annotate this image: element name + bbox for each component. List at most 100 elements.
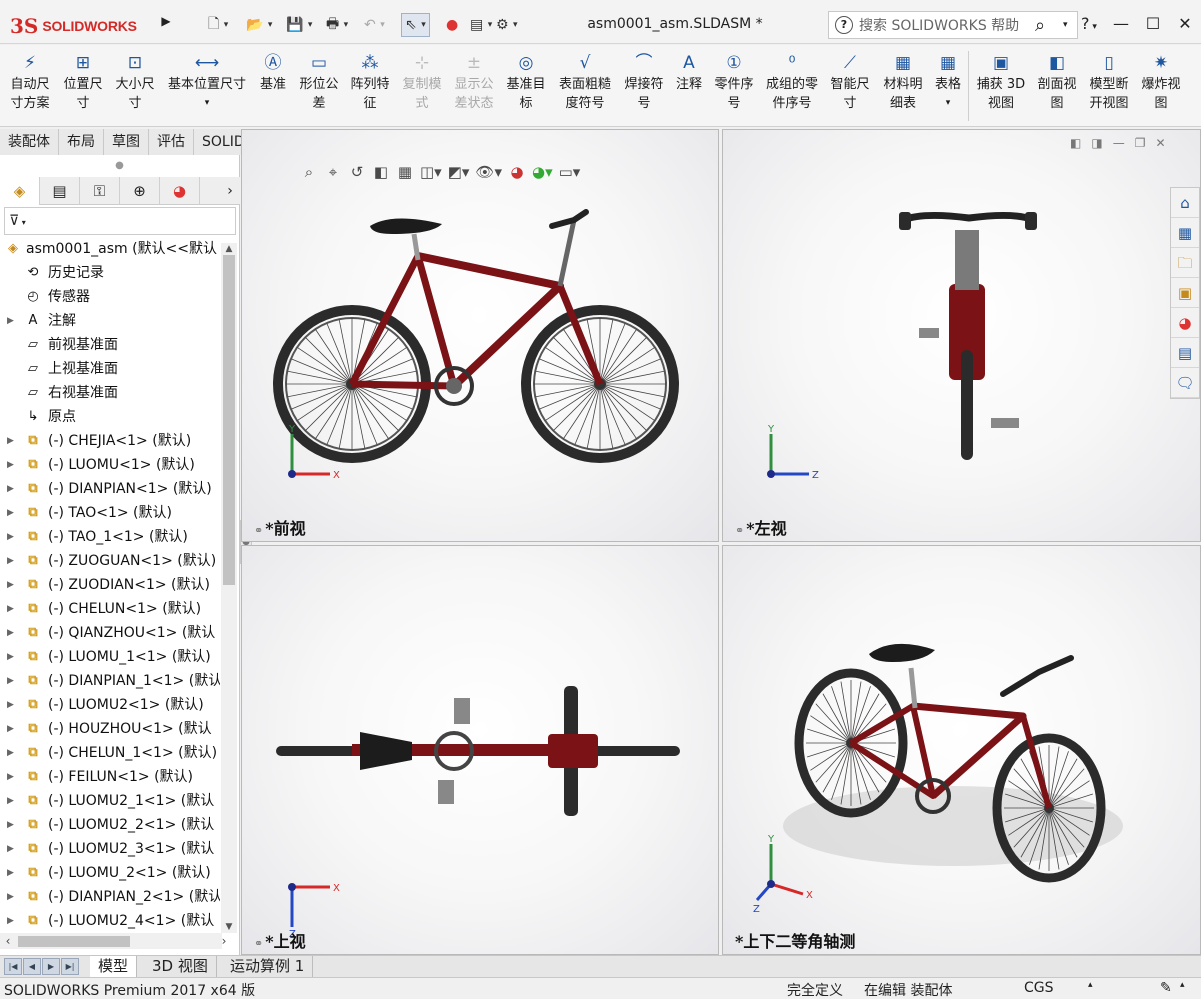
chevron-down-icon[interactable]: ▾ <box>930 94 966 113</box>
tree-item-component[interactable]: ▶ ⧉ (-) LUOMU2_2<1> (默认 <box>0 813 220 837</box>
h-scroll-thumb[interactable] <box>18 936 130 947</box>
section-view-icon[interactable]: ◧ <box>372 163 390 181</box>
tree-item-component[interactable]: ▶ ⧉ (-) ZUODIAN<1> (默认) <box>0 573 220 597</box>
vp-close-icon[interactable]: ✕ <box>1155 136 1165 150</box>
tree-item-component[interactable]: ▶ ⧉ (-) LUOMU_1<1> (默认) <box>0 645 220 669</box>
zoom-to-fit-icon[interactable]: ⌕ <box>300 163 318 181</box>
tree-item-component[interactable]: ▶ ⧉ (-) TAO_1<1> (默认) <box>0 525 220 549</box>
tree-item-component[interactable]: ▶ ⧉ (-) HOUZHOU<1> (默认 <box>0 717 220 741</box>
prev-tab-icon[interactable]: ◀ <box>23 958 41 975</box>
ribbon-button-stacked-balloon[interactable]: ⁰ 成组的零 件序号 <box>762 51 822 113</box>
tree-root-assembly[interactable]: ◈ asm0001_asm (默认<<默认 <box>0 237 220 261</box>
tree-item[interactable]: ▱ 前视基准面 <box>0 333 220 357</box>
expand-arrow-icon[interactable]: ▶ <box>7 813 17 837</box>
viewport-left[interactable]: YZ ⚭ *左视 <box>722 129 1201 542</box>
tree-item-component[interactable]: ▶ ⧉ (-) QIANZHOU<1> (默认 <box>0 621 220 645</box>
hide-show-items-icon[interactable]: 👁▾ <box>475 163 502 181</box>
expand-arrow-icon[interactable]: ▶ <box>7 645 17 669</box>
menu-expand-arrow[interactable]: ▶ <box>160 14 172 34</box>
tree-item[interactable]: ▱ 上视基准面 <box>0 357 220 381</box>
dimxpert-tab[interactable]: ⊕ <box>120 176 160 205</box>
expand-arrow-icon[interactable]: ▶ <box>7 837 17 861</box>
tree-item-component[interactable]: ▶ ⧉ (-) LUOMU<1> (默认) <box>0 453 220 477</box>
ribbon-button-copy-scheme[interactable]: ⊹ 复制模式 <box>398 51 446 113</box>
ribbon-button-balloon[interactable]: ① 零件序号 <box>710 51 758 113</box>
expand-arrow-icon[interactable]: ▶ <box>7 621 17 645</box>
tree-item-component[interactable]: ▶ ⧉ (-) FEILUN<1> (默认) <box>0 765 220 789</box>
tree-item-component[interactable]: ▶ ⧉ (-) CHELUN_1<1> (默认) <box>0 741 220 765</box>
ribbon-button-datum[interactable]: Ⓐ 基准 <box>256 51 290 94</box>
ribbon-button-auto-dimension[interactable]: ⚡ 自动尺 寸方案 <box>4 51 56 113</box>
tree-item-component[interactable]: ▶ ⧉ (-) DIANPIAN<1> (默认) <box>0 477 220 501</box>
ribbon-button-table[interactable]: ▦ 表格 ▾ <box>930 51 966 113</box>
design-library-icon[interactable]: ▦ <box>1171 218 1199 248</box>
expand-arrow-icon[interactable]: ▶ <box>7 549 17 573</box>
display-style-icon[interactable]: ◩▾ <box>448 163 470 181</box>
dynamic-annotation-icon[interactable]: ▦ <box>396 163 414 181</box>
tree-item-component[interactable]: ▶ ⧉ (-) TAO<1> (默认) <box>0 501 220 525</box>
rebuild-button[interactable]: ● <box>446 13 458 37</box>
expand-arrow-icon[interactable]: ▶ <box>7 717 17 741</box>
search-icon[interactable]: ⌕ <box>1035 15 1063 36</box>
scroll-left-icon[interactable]: ‹ <box>0 933 16 949</box>
open-button[interactable]: 📂 ▾ <box>246 13 272 37</box>
ribbon-button-basic-location-dimension[interactable]: ⟷ 基本位置尺寸 ▾ <box>162 51 252 113</box>
tree-item[interactable]: ◴ 传感器 <box>0 285 220 309</box>
view-palette-icon[interactable]: ▣ <box>1171 278 1199 308</box>
ribbon-button-bom[interactable]: ▦ 材料明 细表 <box>878 51 928 113</box>
featuremanager-tab[interactable]: ◈ <box>0 176 40 205</box>
ribbon-button-capture-3d-view[interactable]: ▣ 捕获 3D 视图 <box>972 51 1030 113</box>
expand-arrow-icon[interactable]: ▶ <box>7 909 17 933</box>
first-tab-icon[interactable]: |◀ <box>4 958 22 975</box>
ribbon-button-weld-symbol[interactable]: ⌒ 焊接符号 <box>620 51 668 113</box>
scroll-right-icon[interactable]: › <box>216 933 232 949</box>
expand-arrow-icon[interactable]: ▶ <box>7 501 17 525</box>
minimize-button[interactable]: — <box>1105 10 1137 38</box>
edit-appearance-icon[interactable]: ◕ <box>508 163 526 181</box>
ribbon-button-section-view[interactable]: ◧ 剖面视图 <box>1032 51 1082 113</box>
vp-previous-icon[interactable]: ◧ <box>1070 136 1081 150</box>
ribbon-button-surface-finish[interactable]: √ 表面粗糙 度符号 <box>554 51 616 113</box>
tree-item-component[interactable]: ▶ ⧉ (-) CHEJIA<1> (默认) <box>0 429 220 453</box>
home-icon[interactable]: ⌂ <box>1171 188 1199 218</box>
expand-arrow-icon[interactable]: ▶ <box>7 597 17 621</box>
print-button[interactable]: 🖶 ▾ <box>326 13 348 37</box>
save-button[interactable]: 💾 ▾ <box>286 13 312 37</box>
cmd-tab-2[interactable]: 草图 <box>104 129 149 155</box>
help-search-box[interactable]: ? 搜索 SOLIDWORKS 帮助 ⌕ ▾ <box>828 11 1078 39</box>
tree-item-component[interactable]: ▶ ⧉ (-) LUOMU2_1<1> (默认 <box>0 789 220 813</box>
ribbon-button-location-dimension[interactable]: ⊞ 位置尺寸 <box>58 51 108 113</box>
expand-arrow-icon[interactable]: ▶ <box>7 429 17 453</box>
vp-minimize-icon[interactable]: — <box>1113 136 1125 150</box>
tree-item[interactable]: ⟲ 历史记录 <box>0 261 220 285</box>
tree-item-component[interactable]: ▶ ⧉ (-) LUOMU2<1> (默认) <box>0 693 220 717</box>
tree-item-component[interactable]: ▶ ⧉ (-) LUOMU2_4<1> (默认 <box>0 909 220 933</box>
scroll-up-icon[interactable]: ▲ <box>221 243 237 255</box>
file-properties-button[interactable]: ▤ ▾ <box>470 13 492 37</box>
cmd-tab-3[interactable]: 评估 <box>149 129 194 155</box>
expand-arrow-icon[interactable]: ▶ <box>7 789 17 813</box>
ribbon-button-datum-target[interactable]: ◎ 基准目标 <box>502 51 550 113</box>
expand-arrow-icon[interactable]: ▶ <box>7 693 17 717</box>
tree-item-component[interactable]: ▶ ⧉ (-) DIANPIAN_1<1> (默认 <box>0 669 220 693</box>
units-selector[interactable]: CGS <box>1024 980 1054 996</box>
tree-item[interactable]: ▱ 右视基准面 <box>0 381 220 405</box>
status-chevron-icon[interactable]: ▴ <box>1180 980 1185 990</box>
next-tab-icon[interactable]: ▶ <box>42 958 60 975</box>
ribbon-button-explode-view[interactable]: ✷ 爆炸视图 <box>1136 51 1186 113</box>
tab-model[interactable]: 模型 <box>90 956 138 978</box>
more-tabs-arrow[interactable]: › <box>220 183 240 199</box>
ribbon-button-size-dimension[interactable]: ⊡ 大小尺寸 <box>110 51 160 113</box>
vp-restore-icon[interactable]: ❐ <box>1135 136 1146 150</box>
tree-item-component[interactable]: ▶ ⧉ (-) CHELUN<1> (默认) <box>0 597 220 621</box>
expand-arrow-icon[interactable]: ▶ <box>7 885 17 909</box>
scroll-thumb[interactable] <box>223 255 235 585</box>
tree-item-component[interactable]: ▶ ⧉ (-) DIANPIAN_2<1> (默认 <box>0 885 220 909</box>
tree-vertical-scrollbar[interactable]: ▲ ▼ <box>221 243 237 933</box>
undo-button[interactable]: ↶ ▾ <box>364 13 385 37</box>
viewport-top[interactable]: ZX ⚭ *上视 <box>241 545 719 955</box>
close-button[interactable]: ✕ <box>1169 10 1201 38</box>
expand-arrow-icon[interactable]: ▶ <box>7 453 17 477</box>
tree-horizontal-scrollbar[interactable]: ‹ › <box>0 933 226 949</box>
expand-arrow-icon[interactable]: ▶ <box>7 741 17 765</box>
